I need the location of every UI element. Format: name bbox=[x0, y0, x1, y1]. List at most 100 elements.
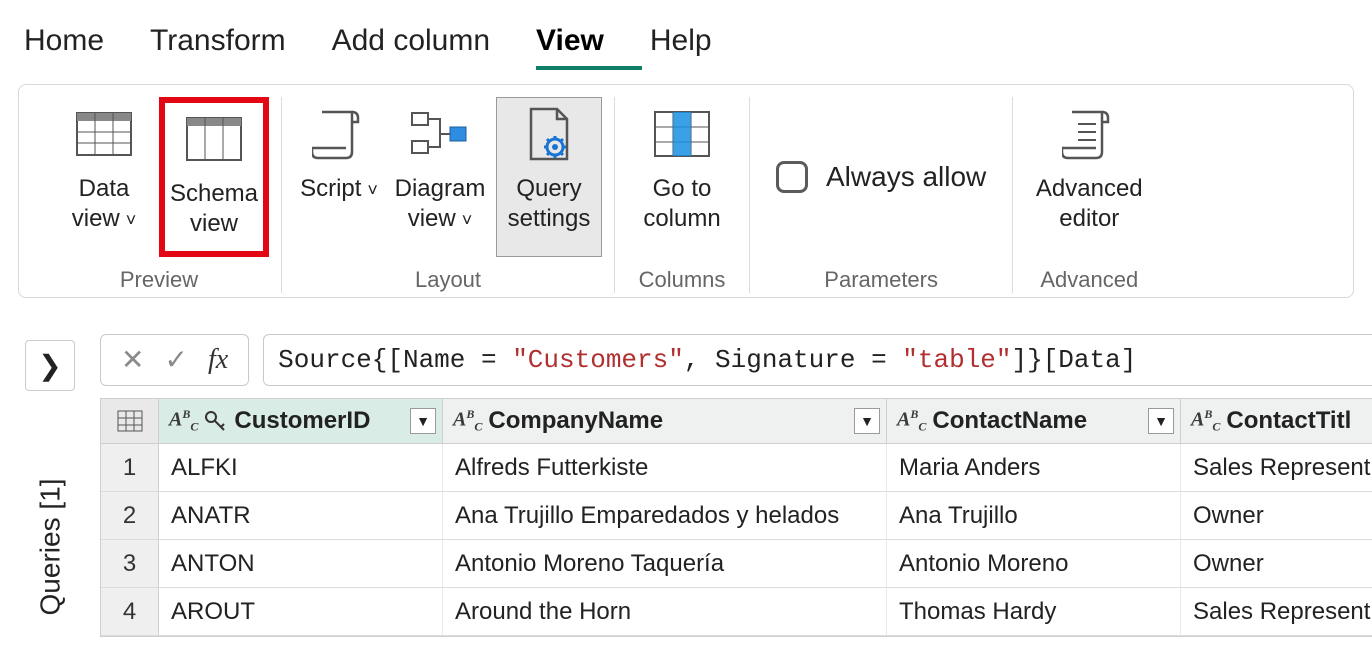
btn-query-settings-label: Query settings bbox=[508, 174, 591, 234]
tab-transform[interactable]: Transform bbox=[150, 24, 324, 70]
datatype-text-icon: ABC bbox=[897, 407, 926, 435]
queries-pane-label: Queries [1] bbox=[34, 479, 66, 616]
formula-seg-1: Source{[Name = bbox=[278, 345, 512, 375]
btn-data-view-label: Data view bbox=[72, 174, 137, 234]
data-grid: ABC CustomerID ▼ ABC CompanyName ▼ ABC C… bbox=[100, 398, 1372, 637]
col-header-contact-name-label: ContactName bbox=[932, 407, 1087, 435]
ribbon-group-preview: Data view Schema view Preview bbox=[37, 97, 281, 293]
row-number: 1 bbox=[101, 444, 159, 491]
btn-script-label: Script bbox=[300, 174, 378, 204]
table-grid-icon bbox=[69, 102, 139, 166]
ribbon: Data view Schema view Preview Script bbox=[18, 84, 1354, 298]
cell-customer-id[interactable]: ANTON bbox=[159, 540, 443, 587]
cancel-formula-icon[interactable]: ✕ bbox=[111, 343, 154, 377]
btn-data-view[interactable]: Data view bbox=[49, 97, 159, 257]
cell-customer-id[interactable]: ANATR bbox=[159, 492, 443, 539]
primary-key-icon bbox=[204, 410, 226, 432]
tab-view[interactable]: View bbox=[536, 24, 642, 70]
table-row[interactable]: 2ANATRAna Trujillo Emparedados y helados… bbox=[101, 492, 1372, 540]
formula-seg-4: "table" bbox=[902, 345, 1011, 375]
btn-script[interactable]: Script bbox=[294, 97, 384, 257]
col-filter-company-name[interactable]: ▼ bbox=[854, 408, 880, 434]
btn-go-to-column-label: Go to column bbox=[643, 174, 720, 234]
page-gear-icon bbox=[514, 102, 584, 166]
col-filter-customer-id[interactable]: ▼ bbox=[410, 408, 436, 434]
datatype-text-icon: ABC bbox=[169, 407, 198, 435]
row-number: 2 bbox=[101, 492, 159, 539]
ribbon-group-parameters: Always allow Parameters bbox=[749, 97, 1012, 293]
editor-area: ❯ Queries [1] ✕ ✓ fx Source{[Name = "Cus… bbox=[0, 332, 1372, 637]
grid-header-row: ABC CustomerID ▼ ABC CompanyName ▼ ABC C… bbox=[101, 399, 1372, 444]
tab-help[interactable]: Help bbox=[650, 24, 750, 70]
cell-contact-name[interactable]: Antonio Moreno bbox=[887, 540, 1181, 587]
table-row[interactable]: 1ALFKIAlfreds FutterkisteMaria AndersSal… bbox=[101, 444, 1372, 492]
datatype-text-icon: ABC bbox=[453, 407, 482, 435]
ribbon-group-parameters-label: Parameters bbox=[824, 257, 938, 293]
always-allow-checkbox[interactable] bbox=[776, 161, 808, 193]
ribbon-group-columns-label: Columns bbox=[639, 257, 726, 293]
datatype-text-icon: ABC bbox=[1191, 407, 1220, 435]
cell-contact-title[interactable]: Sales Represent bbox=[1181, 444, 1372, 491]
always-allow-label: Always allow bbox=[826, 161, 986, 193]
tab-home[interactable]: Home bbox=[24, 24, 142, 70]
table-corner-icon bbox=[117, 410, 143, 432]
btn-diagram-view[interactable]: Diagram view bbox=[384, 97, 496, 257]
ribbon-group-layout: Script Diagram view Query settings Layou… bbox=[281, 97, 614, 293]
ribbon-group-advanced: Advanced editor Advanced bbox=[1012, 97, 1165, 293]
ribbon-group-layout-label: Layout bbox=[415, 257, 481, 293]
formula-input[interactable]: Source{[Name = "Customers" , Signature =… bbox=[263, 334, 1372, 386]
btn-schema-view-label: Schema view bbox=[170, 179, 258, 239]
col-filter-contact-name[interactable]: ▼ bbox=[1148, 408, 1174, 434]
cell-company-name[interactable]: Alfreds Futterkiste bbox=[443, 444, 887, 491]
row-number: 3 bbox=[101, 540, 159, 587]
grid-body: 1ALFKIAlfreds FutterkisteMaria AndersSal… bbox=[101, 444, 1372, 636]
cell-contact-name[interactable]: Ana Trujillo bbox=[887, 492, 1181, 539]
grid-select-all[interactable] bbox=[101, 399, 159, 443]
btn-advanced-editor[interactable]: Advanced editor bbox=[1025, 97, 1153, 257]
fx-icon[interactable]: fx bbox=[198, 344, 238, 376]
table-row[interactable]: 3ANTONAntonio Moreno TaqueríaAntonio Mor… bbox=[101, 540, 1372, 588]
col-header-company-name[interactable]: ABC CompanyName ▼ bbox=[443, 399, 887, 443]
formula-bar-controls: ✕ ✓ fx bbox=[100, 334, 249, 386]
col-header-company-name-label: CompanyName bbox=[488, 407, 663, 435]
top-tabbar: Home Transform Add column View Help bbox=[0, 0, 1372, 70]
col-header-customer-id[interactable]: ABC CustomerID ▼ bbox=[159, 399, 443, 443]
table-columns-icon bbox=[179, 107, 249, 171]
formula-seg-5: ]}[Data] bbox=[1012, 345, 1137, 375]
formula-seg-3: , Signature = bbox=[684, 345, 902, 375]
formula-bar: ✕ ✓ fx Source{[Name = "Customers" , Sign… bbox=[100, 332, 1372, 388]
tab-add-column[interactable]: Add column bbox=[332, 24, 528, 70]
btn-query-settings[interactable]: Query settings bbox=[496, 97, 602, 257]
cell-contact-title[interactable]: Sales Represent bbox=[1181, 588, 1372, 635]
ribbon-group-preview-label: Preview bbox=[120, 257, 198, 293]
cell-company-name[interactable]: Around the Horn bbox=[443, 588, 887, 635]
cell-contact-name[interactable]: Thomas Hardy bbox=[887, 588, 1181, 635]
chevron-right-icon: ❯ bbox=[38, 350, 61, 381]
formula-seg-2: "Customers" bbox=[512, 345, 684, 375]
confirm-formula-icon[interactable]: ✓ bbox=[154, 343, 197, 377]
ribbon-group-columns: Go to column Columns bbox=[614, 97, 749, 293]
expand-queries-button[interactable]: ❯ bbox=[25, 340, 74, 391]
btn-advanced-editor-label: Advanced editor bbox=[1036, 174, 1143, 234]
row-number: 4 bbox=[101, 588, 159, 635]
diagram-icon bbox=[405, 102, 475, 166]
col-header-contact-name[interactable]: ABC ContactName ▼ bbox=[887, 399, 1181, 443]
col-header-contact-title-label: ContactTitl bbox=[1226, 407, 1351, 435]
col-header-customer-id-label: CustomerID bbox=[234, 407, 370, 435]
cell-customer-id[interactable]: AROUT bbox=[159, 588, 443, 635]
cell-company-name[interactable]: Antonio Moreno Taquería bbox=[443, 540, 887, 587]
table-highlight-col-icon bbox=[647, 102, 717, 166]
table-row[interactable]: 4AROUTAround the HornThomas HardySales R… bbox=[101, 588, 1372, 636]
btn-go-to-column[interactable]: Go to column bbox=[627, 97, 737, 257]
ribbon-group-advanced-label: Advanced bbox=[1040, 257, 1138, 293]
script-icon bbox=[304, 102, 374, 166]
btn-diagram-view-label: Diagram view bbox=[395, 174, 486, 234]
cell-customer-id[interactable]: ALFKI bbox=[159, 444, 443, 491]
col-header-contact-title[interactable]: ABC ContactTitl bbox=[1181, 399, 1372, 443]
btn-schema-view[interactable]: Schema view bbox=[159, 97, 269, 257]
script-lines-icon bbox=[1054, 102, 1124, 166]
cell-contact-title[interactable]: Owner bbox=[1181, 492, 1372, 539]
cell-company-name[interactable]: Ana Trujillo Emparedados y helados bbox=[443, 492, 887, 539]
cell-contact-name[interactable]: Maria Anders bbox=[887, 444, 1181, 491]
cell-contact-title[interactable]: Owner bbox=[1181, 540, 1372, 587]
